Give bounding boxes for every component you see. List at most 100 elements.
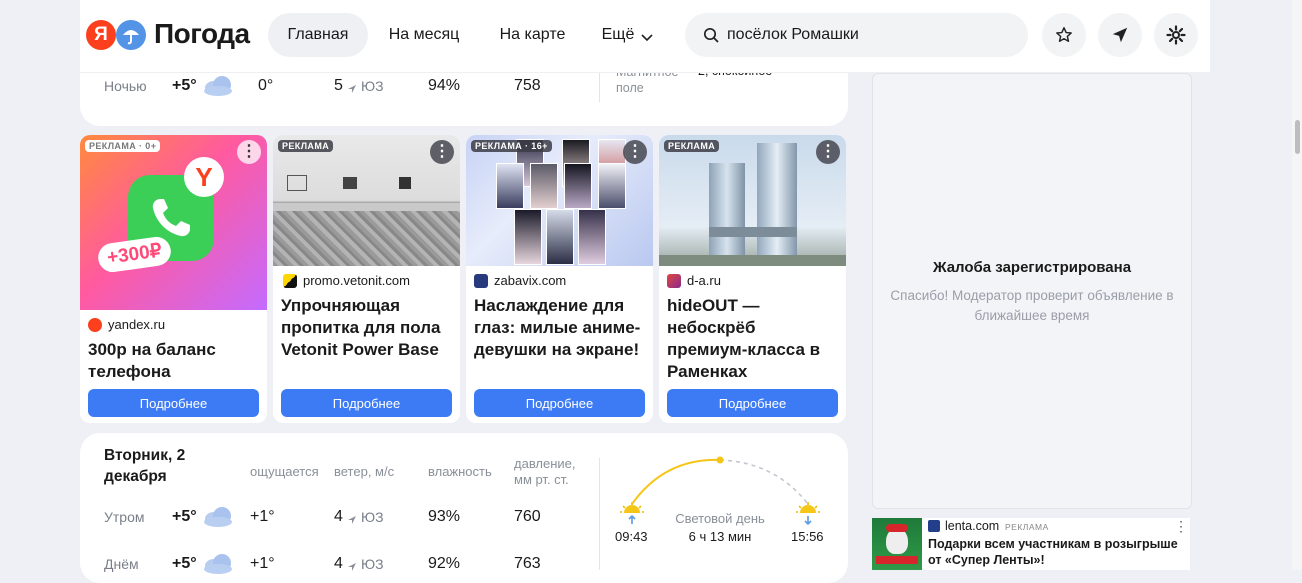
ad-title[interactable]: 300р на баланс телефона bbox=[88, 339, 258, 383]
more-options-icon[interactable]: ⋮ bbox=[816, 140, 840, 164]
details-button[interactable]: Подробнее bbox=[667, 389, 838, 417]
concrete-texture bbox=[273, 211, 460, 266]
anime-card bbox=[578, 209, 606, 265]
humidity: 93% bbox=[428, 508, 461, 525]
wind-speed: 5 bbox=[334, 77, 343, 94]
nav-more[interactable]: Ещё bbox=[598, 13, 638, 57]
daylight-value: 6 ч 13 мин bbox=[688, 529, 752, 544]
ad-domain-text: yandex.ru bbox=[108, 317, 166, 332]
ad-domain[interactable]: d-a.ru bbox=[667, 273, 721, 288]
image-band bbox=[273, 203, 460, 211]
yandex-favicon-icon bbox=[88, 317, 102, 332]
more-options-icon[interactable]: ⋮ bbox=[237, 140, 261, 164]
more-options-icon[interactable]: ⋮ bbox=[430, 140, 454, 164]
ad-domain-text: d-a.ru bbox=[687, 273, 721, 288]
anime-card bbox=[530, 163, 558, 209]
ad-card[interactable]: РЕКЛАМА ⋮ promo.vetonit.com Упрочняющая … bbox=[273, 135, 460, 423]
feels-like: +1° bbox=[250, 555, 275, 572]
ad-domain[interactable]: zabavix.com bbox=[474, 273, 566, 288]
ad-card[interactable]: РЕКЛАМА ⋮ d-a.ru hideOUT — небоскрёб пре… bbox=[659, 135, 846, 423]
day-title: Вторник, 2 декабря bbox=[104, 447, 186, 485]
yandex-logo[interactable]: Я bbox=[86, 20, 116, 50]
cloud-icon bbox=[202, 72, 234, 103]
pressure: 758 bbox=[514, 77, 541, 94]
wind-speed: 4 bbox=[334, 555, 343, 572]
santa-hat-shape bbox=[886, 524, 908, 532]
umbrella-icon[interactable] bbox=[116, 20, 146, 50]
details-button[interactable]: Подробнее bbox=[88, 389, 259, 417]
chevron-down-icon[interactable] bbox=[641, 29, 653, 47]
wind-arrow-icon bbox=[347, 81, 357, 99]
anime-card bbox=[564, 163, 592, 209]
ad-label: РЕКЛАМА · 16+ bbox=[471, 140, 552, 152]
sunset-time: 15:56 bbox=[791, 529, 824, 544]
wind-direction: ЮЗ bbox=[361, 78, 384, 94]
cloud-icon bbox=[202, 550, 234, 581]
more-options-icon[interactable]: ⋮ bbox=[623, 140, 647, 164]
favorites-button[interactable] bbox=[1042, 13, 1086, 57]
wind-arrow-icon bbox=[347, 512, 357, 530]
lenta-favicon-icon bbox=[928, 520, 940, 532]
anime-card bbox=[598, 163, 626, 209]
ad-title[interactable]: Наслаждение для глаз: милые аниме-девушк… bbox=[474, 295, 646, 361]
feels-like: 0° bbox=[258, 77, 274, 94]
ad-image[interactable]: Y +300₽ bbox=[80, 135, 267, 310]
sunrise-time: 09:43 bbox=[615, 529, 648, 544]
scrollbar-track[interactable] bbox=[1292, 0, 1302, 570]
pressure: 763 bbox=[514, 555, 541, 572]
location-button[interactable] bbox=[1098, 13, 1142, 57]
settings-button[interactable] bbox=[1154, 13, 1198, 57]
ad-image[interactable] bbox=[872, 518, 922, 570]
ad-title[interactable]: hideOUT — небоскрёб премиум-класса в Рам… bbox=[667, 295, 839, 383]
yandex-browser-icon: Y bbox=[184, 157, 224, 197]
daypart-label: Ночью bbox=[104, 78, 147, 94]
da-favicon-icon bbox=[667, 273, 681, 288]
ad-title[interactable]: Упрочняющая пропитка для пола Vetonit Po… bbox=[281, 295, 456, 361]
ad-label: РЕКЛАМА bbox=[1005, 522, 1049, 532]
ad-title[interactable]: Подарки всем участникам в розыгрыше от «… bbox=[928, 536, 1184, 568]
anime-card bbox=[546, 209, 574, 265]
col-pressure-header: давление, мм рт. ст. bbox=[514, 456, 576, 487]
details-button[interactable]: Подробнее bbox=[281, 389, 452, 417]
humidity: 94% bbox=[428, 77, 461, 94]
ad-domain-text: zabavix.com bbox=[494, 273, 567, 288]
search-value: посёлок Ромашки bbox=[727, 26, 859, 43]
more-options-icon[interactable]: ⋮ bbox=[1174, 518, 1188, 535]
logo-text[interactable]: Погода bbox=[154, 18, 250, 50]
ad-domain-text: promo.vetonit.com bbox=[303, 273, 410, 288]
scrollbar-thumb[interactable] bbox=[1295, 120, 1300, 154]
lenta-ad[interactable]: lenta.com РЕКЛАМА ⋮ Подарки всем участни… bbox=[872, 518, 1190, 570]
tower-shape bbox=[709, 163, 745, 263]
diagram-icon bbox=[343, 177, 357, 189]
cloud-icon bbox=[202, 503, 234, 534]
daylight-label: Световой день bbox=[675, 511, 765, 526]
anime-card bbox=[514, 209, 542, 265]
zabavix-favicon-icon bbox=[474, 273, 488, 288]
ad-domain-text: lenta.com bbox=[945, 519, 1000, 533]
pressure: 760 bbox=[514, 508, 541, 525]
ad-card[interactable]: Y +300₽ РЕКЛАМА · 0+ ⋮ yandex.ru 300р на… bbox=[80, 135, 267, 423]
col-feels-header: ощущается bbox=[250, 464, 319, 479]
details-button[interactable]: Подробнее bbox=[474, 389, 645, 417]
ad-domain[interactable]: yandex.ru bbox=[88, 317, 165, 332]
feels-like: +1° bbox=[250, 508, 275, 525]
ad-label: РЕКЛАМА bbox=[278, 140, 334, 152]
tower-shape bbox=[757, 143, 797, 263]
sunset-icon bbox=[794, 500, 822, 531]
nav-map[interactable]: На карте bbox=[485, 13, 580, 57]
diagram-icon bbox=[399, 177, 411, 189]
nav-main[interactable]: Главная bbox=[268, 13, 368, 57]
humidity: 92% bbox=[428, 555, 461, 572]
ad-card[interactable]: РЕКЛАМА · 16+ ⋮ zabavix.com Наслаждение … bbox=[466, 135, 653, 423]
daypart-label: Утром bbox=[104, 509, 145, 525]
ad-domain[interactable]: promo.vetonit.com bbox=[283, 273, 410, 288]
search-input[interactable]: посёлок Ромашки bbox=[685, 13, 1028, 57]
ad-label: РЕКЛАМА bbox=[664, 140, 720, 152]
complaint-title: Жалоба зарегистрирована bbox=[932, 259, 1132, 276]
col-humidity-header: влажность bbox=[428, 464, 492, 479]
complaint-text: Спасибо! Модератор проверит объявление в… bbox=[890, 288, 1174, 323]
nav-month[interactable]: На месяц bbox=[375, 13, 473, 57]
temperature: +5° bbox=[172, 77, 197, 94]
col-wind-header: ветер, м/с bbox=[334, 464, 395, 479]
divider bbox=[599, 458, 600, 570]
